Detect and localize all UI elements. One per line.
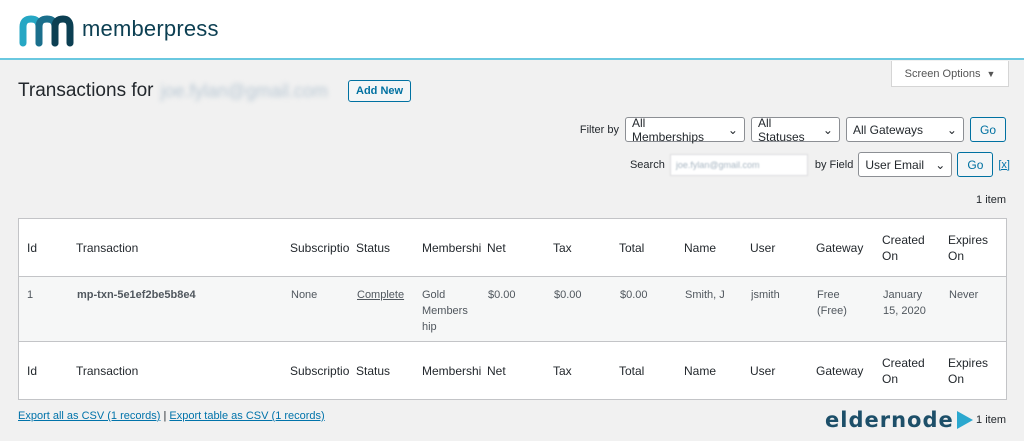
filter-bar: Filter by All Memberships ⌄ All Statuses… xyxy=(579,115,1006,144)
column-footer-membership[interactable]: Membershi xyxy=(422,342,482,400)
column-footer-created[interactable]: Created On xyxy=(882,342,936,400)
row-id: 1 xyxy=(27,289,34,301)
column-header-id[interactable]: Id xyxy=(27,219,67,277)
column-header-subscription[interactable]: Subscriptio xyxy=(290,219,352,277)
row-net: $0.00 xyxy=(488,289,516,301)
search-label: Search xyxy=(629,158,665,171)
page-title-email: joe.fylan@gmail.com xyxy=(160,80,328,101)
column-footer-tax[interactable]: Tax xyxy=(553,342,608,400)
row-created: January 15, 2020 xyxy=(883,289,926,317)
column-footer-subscription[interactable]: Subscriptio xyxy=(290,342,352,400)
gateway-select[interactable]: All Gateways ⌄ xyxy=(845,117,964,142)
screen-options-button[interactable]: Screen Options ▼ xyxy=(891,61,1009,87)
filter-go-button[interactable]: Go xyxy=(969,117,1006,142)
chevron-down-icon: ⌄ xyxy=(935,157,946,172)
status-select[interactable]: All Statuses ⌄ xyxy=(750,115,840,144)
column-footer-name[interactable]: Name xyxy=(684,342,739,400)
page-title: Transactions for joe.fylan@gmail.com xyxy=(18,80,328,102)
export-links: Export all as CSV (1 records) | Export t… xyxy=(18,410,325,422)
by-field-label: by Field xyxy=(814,158,854,171)
status-select-value: All Statuses xyxy=(757,115,805,144)
search-input[interactable]: joe.fylan@gmail.com xyxy=(669,153,808,176)
column-header-transaction[interactable]: Transaction xyxy=(76,219,256,277)
search-go-button[interactable]: Go xyxy=(957,152,994,177)
export-table-csv-link[interactable]: Export table as CSV (1 records) xyxy=(169,410,324,422)
column-footer-gateway[interactable]: Gateway xyxy=(816,342,876,400)
chevron-down-icon: ⌄ xyxy=(822,122,833,137)
watermark-text: eldernode xyxy=(825,408,954,432)
add-new-button[interactable]: Add New xyxy=(348,80,412,102)
caret-down-icon: ▼ xyxy=(986,68,996,79)
user-link[interactable]: jsmith xyxy=(751,287,806,303)
item-count-bottom: 1 item xyxy=(976,414,1006,426)
top-bar: memberpress xyxy=(0,0,1024,60)
column-header-user[interactable]: User xyxy=(750,219,805,277)
filter-label: Filter by xyxy=(579,123,619,136)
chevron-down-icon: ⌄ xyxy=(946,122,957,137)
row-expires: Never xyxy=(949,289,979,301)
membership-select-value: All Memberships xyxy=(631,115,705,144)
row-gateway: Free (Free) xyxy=(817,289,847,317)
column-header-tax[interactable]: Tax xyxy=(553,219,608,277)
column-header-net[interactable]: Net xyxy=(487,219,542,277)
search-field-value: User Email xyxy=(865,157,925,172)
column-footer-total[interactable]: Total xyxy=(619,342,674,400)
memberpress-logo-icon xyxy=(19,15,74,47)
clear-search-link[interactable]: [x] xyxy=(998,159,1010,171)
column-header-status[interactable]: Status xyxy=(356,219,416,277)
column-header-total[interactable]: Total xyxy=(619,219,674,277)
column-header-name[interactable]: Name xyxy=(684,219,739,277)
table-header: Id Transaction Subscriptio Status Member… xyxy=(19,219,1006,277)
transactions-table: Id Transaction Subscriptio Status Member… xyxy=(18,218,1007,400)
row-membership: Gold Members hip xyxy=(422,289,468,333)
column-header-membership[interactable]: Membershi xyxy=(422,219,482,277)
search-field-select[interactable]: User Email ⌄ xyxy=(858,152,953,177)
search-bar: Search joe.fylan@gmail.com by Field User… xyxy=(630,152,1010,177)
column-footer-net[interactable]: Net xyxy=(487,342,542,400)
membership-select[interactable]: All Memberships ⌄ xyxy=(624,115,745,144)
column-footer-user[interactable]: User xyxy=(750,342,805,400)
page-title-text: Transactions for xyxy=(18,80,154,101)
column-header-expires[interactable]: Expires On xyxy=(948,219,1002,277)
column-header-gateway[interactable]: Gateway xyxy=(816,219,876,277)
chevron-down-icon: ⌄ xyxy=(727,122,738,137)
export-separator: | xyxy=(163,410,167,422)
table-footer: Id Transaction Subscriptio Status Member… xyxy=(19,341,1006,399)
status-link[interactable]: Complete xyxy=(357,287,417,303)
column-header-created[interactable]: Created On xyxy=(882,219,936,277)
brand-name: memberpress xyxy=(82,16,219,41)
row-total: $0.00 xyxy=(620,289,648,301)
column-footer-status[interactable]: Status xyxy=(356,342,416,400)
screen-options-label: Screen Options xyxy=(904,67,981,80)
item-count-top: 1 item xyxy=(976,194,1006,206)
row-tax: $0.00 xyxy=(554,289,582,301)
watermark-arrow-icon xyxy=(956,411,973,429)
row-subscription: None xyxy=(291,289,318,301)
column-footer-expires[interactable]: Expires On xyxy=(948,342,1002,400)
export-all-csv-link[interactable]: Export all as CSV (1 records) xyxy=(18,410,160,422)
column-footer-transaction[interactable]: Transaction xyxy=(76,342,256,400)
transaction-link[interactable]: mp-txn-5e1ef2be5b8e4 xyxy=(77,287,277,303)
eldernode-watermark: eldernode xyxy=(825,408,973,432)
column-footer-id[interactable]: Id xyxy=(27,342,67,400)
table-row: 1 mp-txn-5e1ef2be5b8e4 None Complete Gol… xyxy=(19,277,1006,341)
gateway-select-value: All Gateways xyxy=(852,122,924,137)
row-name: Smith, J xyxy=(685,289,725,301)
